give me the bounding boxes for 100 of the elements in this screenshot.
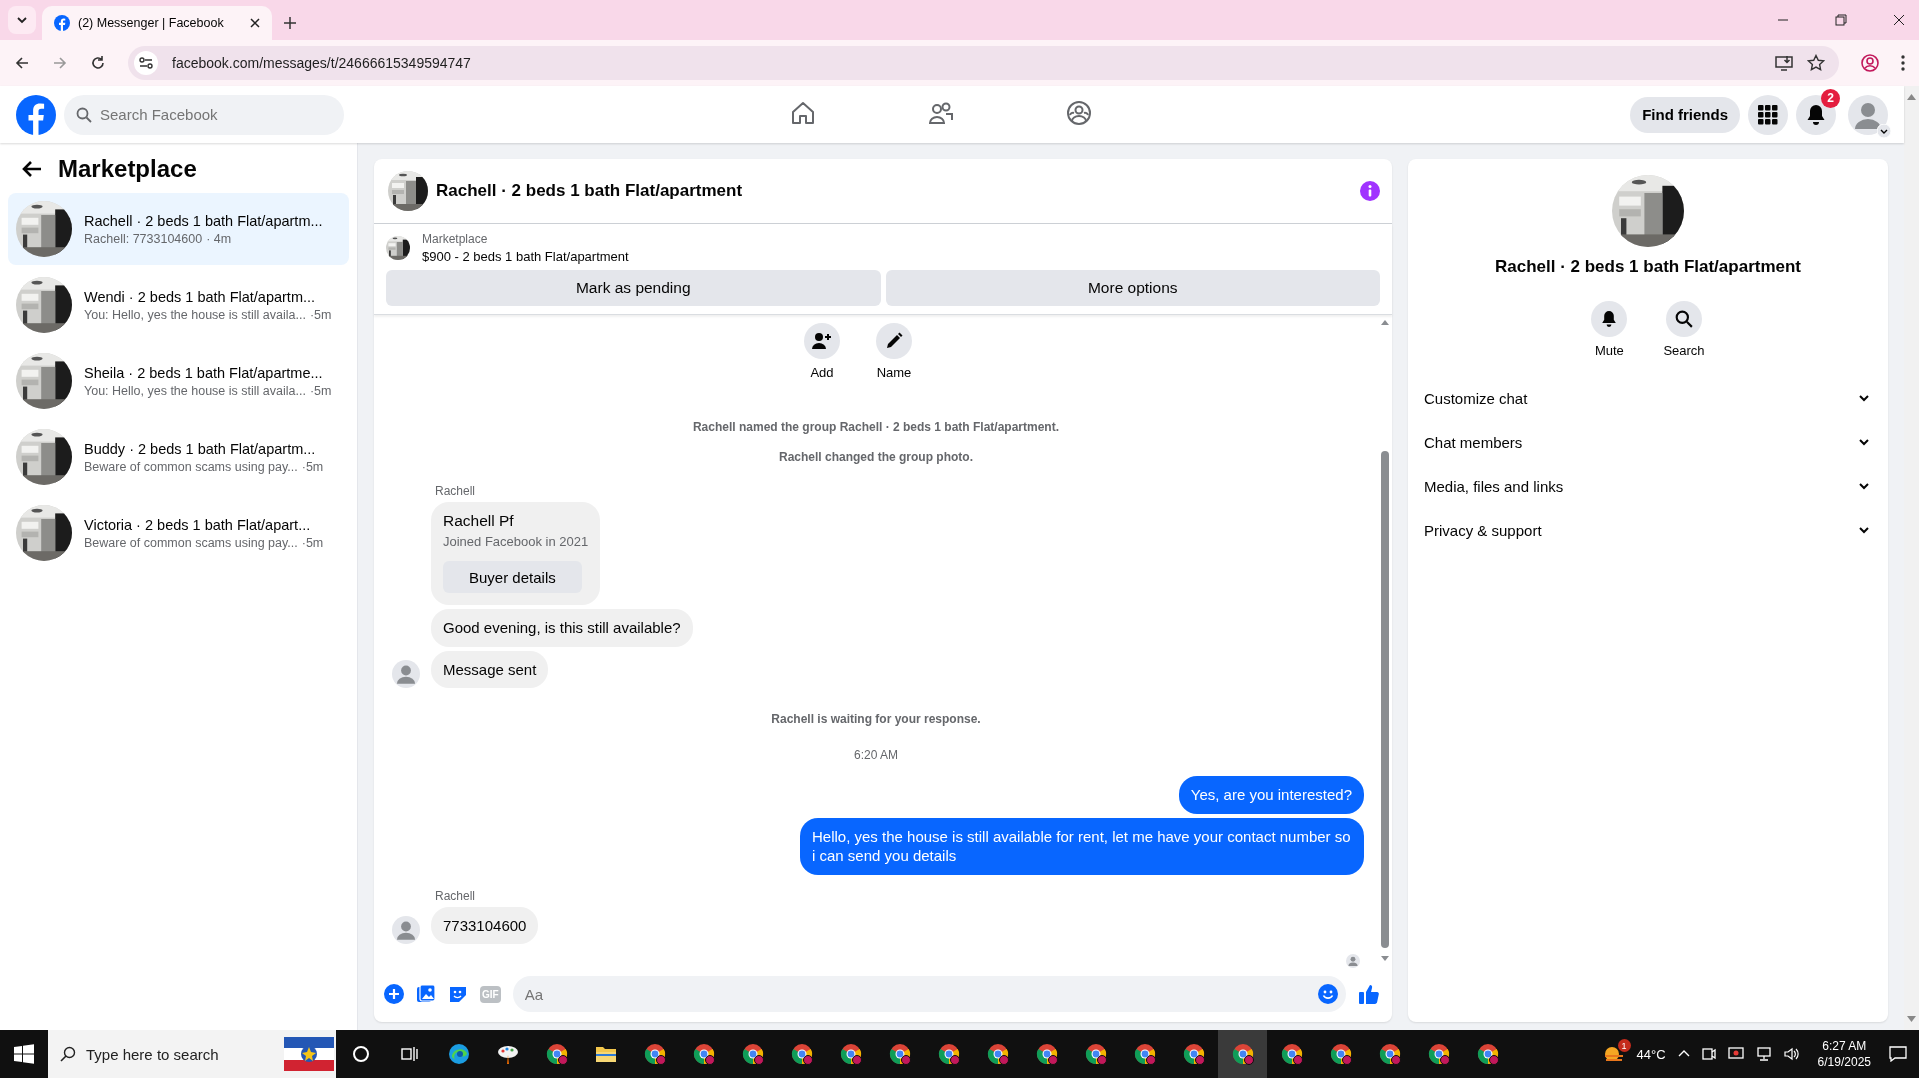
chrome-icon [741, 1043, 764, 1065]
restore-icon[interactable] [1835, 14, 1847, 26]
scroll-up-icon[interactable] [1907, 94, 1916, 100]
chrome-icon [1035, 1043, 1058, 1065]
listing-action-button[interactable]: Mark as pending [386, 270, 881, 306]
address-field[interactable]: facebook.com/messages/t/24666615349594747 [128, 46, 1839, 80]
scroll-down-icon[interactable] [1907, 1016, 1916, 1022]
scroll-up-icon[interactable] [1381, 319, 1389, 325]
details-section[interactable]: Customize chat [1424, 376, 1872, 420]
info-icon[interactable] [1360, 181, 1380, 201]
chrome-icon [839, 1043, 862, 1065]
notification-icon[interactable] [1889, 1046, 1907, 1062]
image-icon[interactable] [416, 984, 436, 1004]
groups-icon [1066, 100, 1092, 126]
sender-name: Rachell [435, 484, 476, 498]
message-field[interactable]: Aa [512, 976, 1346, 1012]
search-field[interactable]: Search Facebook [64, 94, 344, 135]
star-icon[interactable] [1807, 54, 1825, 72]
message-bubble: Yes, are you interested? [1178, 776, 1364, 814]
details-section[interactable]: Media, files and links [1424, 464, 1872, 508]
chat-name: Rachell · 2 beds 1 bath Flat/apartment [1494, 257, 1802, 277]
folder-icon [594, 1045, 617, 1063]
conversation-title: Buddy · 2 beds 1 bath Flat/apartm... [84, 440, 317, 457]
conversation-item[interactable]: Sheila · 2 beds 1 bath Flat/apartme... You: Hello, yes the house is still availa... ·5m [8, 345, 349, 417]
back-icon[interactable] [14, 55, 30, 71]
chrome-icon [888, 1043, 911, 1065]
circle-icon [351, 1045, 370, 1063]
listing-title: $900 - 2 beds 1 bath Flat/apartment [422, 249, 629, 264]
close-icon[interactable] [250, 18, 260, 28]
conversation-item[interactable]: Victoria · 2 beds 1 bath Flat/apart... Beware of common scams using pay... ·5m [8, 497, 349, 569]
facebook-logo-icon[interactable] [16, 94, 56, 135]
tab-list-button[interactable] [8, 6, 36, 34]
message-bubble: Hello, yes the house is still available for rent, let me have your contact number so i can send you details [800, 817, 1364, 875]
search-highlight-icon [284, 1037, 334, 1071]
notification-badge: 2 [1821, 88, 1840, 108]
mute-button[interactable] [1591, 301, 1628, 337]
meet-icon[interactable] [1701, 1047, 1716, 1061]
more-icon[interactable] [1901, 55, 1905, 71]
pencil-icon [885, 332, 903, 350]
chrome-icon [1378, 1043, 1401, 1065]
thumbs-up-icon[interactable] [1358, 983, 1380, 1005]
taskbar-app[interactable] [1218, 1030, 1267, 1078]
message-time: ·5m [309, 383, 332, 398]
details-section[interactable]: Chat members [1424, 420, 1872, 464]
message-time: ·5m [301, 459, 324, 474]
edit-name-button[interactable] [876, 323, 912, 359]
search-icon [1675, 310, 1693, 328]
listing-action-button[interactable]: More options [885, 270, 1380, 306]
temperature[interactable]: 44°C [1636, 1046, 1666, 1062]
reload-icon[interactable] [90, 55, 106, 71]
chrome-icon [1084, 1043, 1107, 1065]
grid-icon [1758, 104, 1778, 125]
volume-icon[interactable] [1783, 1047, 1800, 1061]
menu-button[interactable] [1748, 94, 1788, 135]
chrome-icon [1329, 1043, 1352, 1065]
message-time: · 4m [206, 231, 232, 246]
sidebar-title: Marketplace [58, 155, 197, 183]
install-app-icon[interactable] [1775, 54, 1793, 72]
caret-icon [16, 14, 28, 26]
caret-icon[interactable] [1877, 123, 1891, 138]
scroll-down-icon[interactable] [1381, 956, 1389, 962]
page-scrollbar[interactable] [1904, 86, 1919, 1030]
add-person-button[interactable] [804, 323, 840, 359]
seen-avatar-icon [1346, 954, 1360, 968]
search-icon [76, 106, 92, 123]
message-bubble: 7733104600 [431, 906, 539, 944]
conversation-title: Rachell · 2 beds 1 bath Flat/apartm... [84, 212, 323, 229]
forward-icon[interactable] [52, 55, 68, 71]
plus-icon[interactable] [384, 984, 404, 1004]
close-icon[interactable] [1893, 14, 1905, 26]
clock-time[interactable]: 6:27 AM [1822, 1037, 1867, 1054]
home-icon [790, 100, 816, 126]
chrome-icon [1280, 1043, 1303, 1065]
site-settings-icon[interactable] [134, 51, 158, 75]
message-preview: Beware of common scams using pay... [84, 535, 298, 550]
network-icon[interactable] [1755, 1047, 1772, 1061]
conversation-item[interactable]: Buddy · 2 beds 1 bath Flat/apartm... Beware of common scams using pay... ·5m [8, 421, 349, 493]
message-preview: You: Hello, yes the house is still availa... [84, 307, 306, 322]
conversation-item[interactable]: Rachell · 2 beds 1 bath Flat/apartm... Rachell: 7733104600 · 4m [8, 193, 349, 265]
conversation-item[interactable]: Wendi · 2 beds 1 bath Flat/apartm... You: Hello, yes the house is still availa... ·5m [8, 269, 349, 341]
find-friends-button[interactable]: Find friends [1630, 96, 1740, 133]
weather-badge: 1 [1617, 1039, 1631, 1052]
message-bubble: Good evening, is this still available? [431, 609, 693, 647]
browser-tab[interactable]: (2) Messenger | Facebook [42, 6, 272, 40]
chrome-icon [643, 1043, 666, 1065]
profile-icon[interactable] [1861, 54, 1879, 72]
details-section[interactable]: Privacy & support [1424, 508, 1872, 552]
windows-start-icon[interactable] [14, 1044, 34, 1064]
new-tab-icon[interactable] [284, 17, 296, 29]
back-arrow-icon[interactable] [22, 160, 42, 178]
sticker-icon[interactable] [448, 984, 468, 1004]
buyer-details-button[interactable]: Buyer details [443, 561, 582, 593]
search-button[interactable] [1666, 301, 1702, 337]
display-icon[interactable] [1727, 1047, 1744, 1061]
action-label: Add [810, 365, 834, 380]
clock-date[interactable]: 6/19/2025 [1817, 1054, 1871, 1071]
message-time: ·5m [301, 535, 324, 550]
notifications-button[interactable] [1796, 94, 1836, 135]
chrome-icon [545, 1043, 568, 1065]
emoji-icon[interactable] [1318, 984, 1338, 1004]
